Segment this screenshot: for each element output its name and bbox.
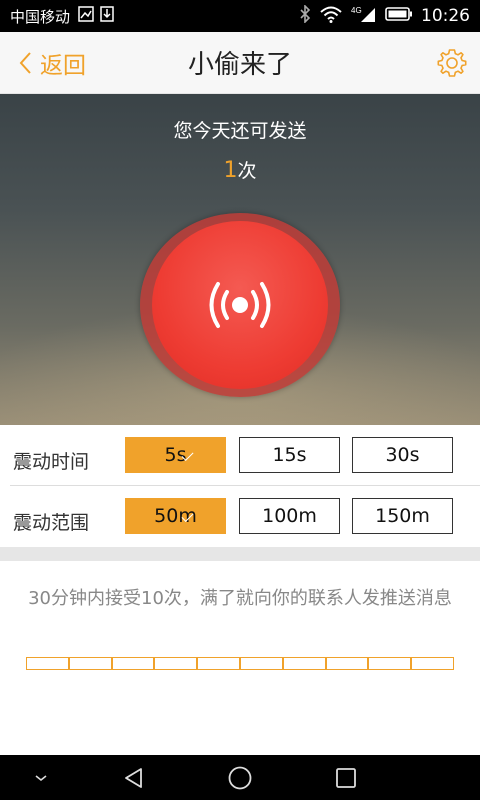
- triangle-back-icon: [125, 767, 142, 788]
- nav-home-button[interactable]: [224, 755, 256, 800]
- alarm-panel: 您今天还可发送 1次: [0, 94, 480, 425]
- gear-icon: [437, 49, 467, 77]
- vibration-range-row: 震动范围 50m 100m 150m: [0, 486, 480, 546]
- progress-segment: [369, 658, 413, 669]
- nav-back-button[interactable]: [118, 755, 150, 800]
- system-nav-bar: [0, 755, 480, 800]
- progress-segment: [112, 658, 156, 669]
- trigger-progress-bar: [26, 657, 454, 670]
- alarm-send-button[interactable]: [152, 221, 328, 389]
- image-notification-icon: [78, 6, 94, 26]
- section-divider: [0, 547, 480, 561]
- progress-segment: [155, 658, 199, 669]
- progress-segment: [198, 658, 241, 669]
- back-button[interactable]: 返回: [18, 32, 86, 94]
- broadcast-icon: [209, 282, 271, 328]
- vibration-range-option-50m[interactable]: 50m: [125, 498, 226, 534]
- remaining-count-number: 1: [223, 158, 238, 183]
- bluetooth-icon: [299, 4, 311, 27]
- status-bar: 中国移动 4G 10:26: [0, 0, 480, 32]
- status-time: 10:26: [421, 6, 470, 26]
- progress-segment: [412, 658, 453, 669]
- remaining-label: 您今天还可发送: [173, 120, 307, 142]
- back-label: 返回: [40, 53, 86, 79]
- nav-recents-button[interactable]: [330, 755, 362, 800]
- wifi-icon: [319, 5, 343, 27]
- progress-segment: [326, 658, 370, 669]
- hide-nav-button[interactable]: [26, 755, 56, 800]
- battery-icon: [385, 6, 413, 26]
- vibration-time-option-30s[interactable]: 30s: [352, 437, 453, 473]
- push-info-text: 30分钟内接受10次，满了就向你的联系人发推送消息: [28, 588, 452, 609]
- network-type: 4G: [351, 6, 362, 15]
- vibration-time-label: 震动时间: [13, 451, 90, 473]
- title-bar: 返回 小偷来了: [0, 32, 480, 94]
- remaining-count: 1次: [0, 156, 480, 183]
- signal-icon: 4G: [351, 5, 377, 27]
- vibration-time-option-15s[interactable]: 15s: [239, 437, 340, 473]
- progress-segment: [69, 658, 113, 669]
- progress-segment: [283, 658, 327, 669]
- push-info-section: 30分钟内接受10次，满了就向你的联系人发推送消息: [0, 561, 480, 755]
- vibration-time-row: 震动时间 5s 15s 30s: [0, 425, 480, 486]
- carrier-name: 中国移动: [10, 7, 71, 26]
- vibration-range-label: 震动范围: [13, 512, 90, 534]
- chevron-left-icon: [19, 52, 31, 74]
- vibration-range-option-100m[interactable]: 100m: [239, 498, 340, 534]
- circle-home-icon: [228, 766, 252, 789]
- settings-button[interactable]: [436, 47, 468, 79]
- square-recents-icon: [336, 767, 356, 788]
- remaining-count-unit: 次: [237, 160, 257, 182]
- chevron-down-icon: [35, 774, 47, 781]
- vibration-settings: 震动时间 5s 15s 30s 震动范围 50m 100m 150m: [0, 425, 480, 547]
- download-notification-icon: [100, 6, 114, 26]
- vibration-range-option-150m[interactable]: 150m: [352, 498, 453, 534]
- progress-segment: [240, 658, 284, 669]
- progress-segment: [27, 658, 70, 669]
- vibration-time-option-5s[interactable]: 5s: [125, 437, 226, 473]
